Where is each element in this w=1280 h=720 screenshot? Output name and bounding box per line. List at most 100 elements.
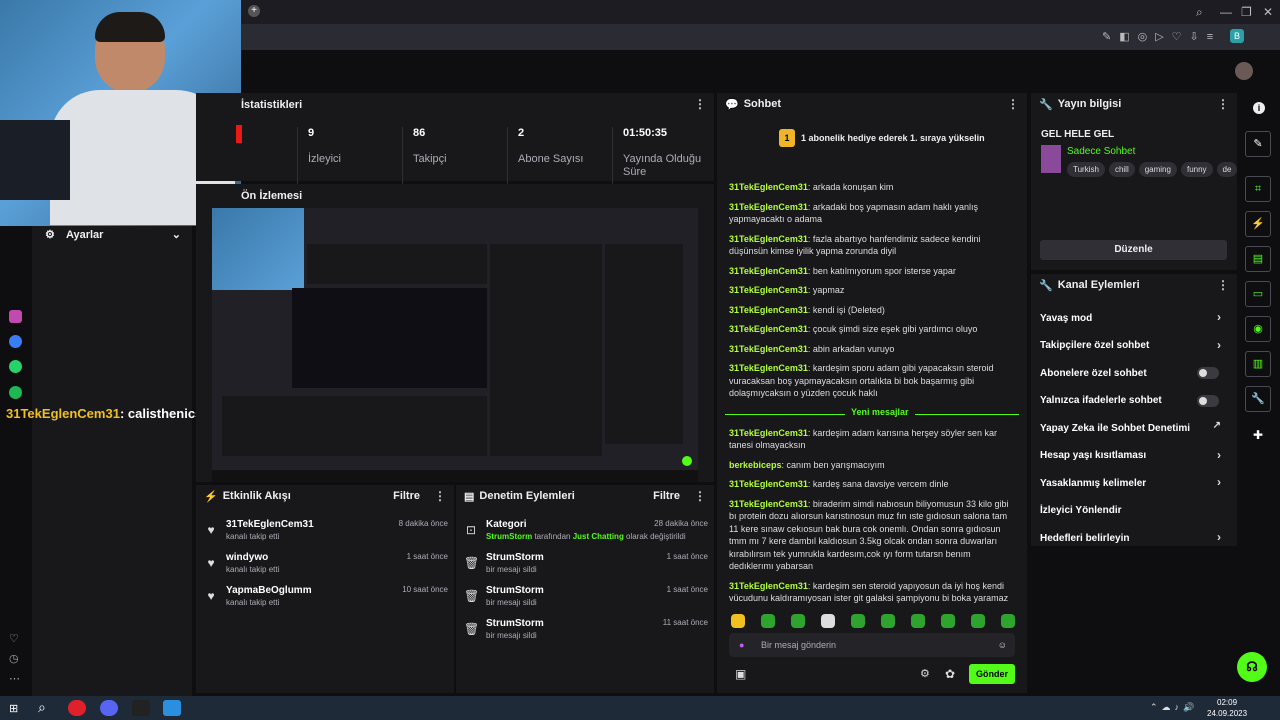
clock-icon[interactable]: ◷ (9, 652, 19, 665)
chat-username[interactable]: 31TekEglenCem31 (729, 581, 808, 591)
discord-icon[interactable] (100, 700, 118, 716)
stats-menu-icon[interactable]: ⋮ (694, 97, 706, 111)
channel-action-row[interactable]: Yasaklanmış kelimeler › (1031, 470, 1227, 496)
search-icon[interactable]: ⌕ (38, 699, 46, 716)
tag[interactable]: Turkish (1067, 162, 1105, 177)
mic-icon[interactable]: ● (739, 633, 744, 657)
edit-button[interactable]: Düzenle (1040, 240, 1227, 260)
app-icon[interactable] (132, 700, 150, 716)
toggle-switch[interactable] (1197, 394, 1219, 407)
emote-1[interactable] (731, 614, 745, 628)
layout-icon[interactable]: ▥ (1245, 351, 1271, 377)
emote-5[interactable] (851, 614, 865, 628)
vscode-icon[interactable] (163, 700, 181, 716)
chat-username[interactable]: 31TekEglenCem31 (729, 266, 808, 276)
feed-user[interactable]: 31TekEglenCem31 (226, 519, 314, 530)
user-avatar[interactable] (1235, 62, 1253, 80)
app-icon-1[interactable] (9, 310, 22, 323)
category-link[interactable]: Sadece Sohbet (1067, 146, 1135, 157)
tray-icons[interactable]: ⌃☁♪🔊 (1150, 702, 1198, 713)
channel-action-row[interactable]: Abonelere özel sohbet (1031, 360, 1227, 386)
chat-username[interactable]: 31TekEglenCem31 (729, 363, 808, 373)
chat-username[interactable]: 31TekEglenCem31 (729, 234, 808, 244)
send-button[interactable]: Gönder (969, 664, 1015, 684)
activity-menu-icon[interactable]: ⋮ (434, 489, 446, 503)
frame-icon[interactable]: ⌗ (1245, 176, 1271, 202)
chat-username[interactable]: 31TekEglenCem31 (729, 428, 808, 438)
messenger-icon[interactable] (9, 335, 22, 348)
opera-icon[interactable] (68, 700, 86, 716)
chat-settings-icon[interactable]: ⚙ (920, 667, 930, 680)
channel-actions-menu-icon[interactable]: ⋮ (1217, 278, 1229, 292)
channel-action-row[interactable]: Hedefleri belirleyin › (1031, 525, 1227, 551)
maximize-icon[interactable]: ❐ (1241, 5, 1252, 19)
tag[interactable]: de (1216, 162, 1237, 177)
mod-user[interactable]: StrumStorm (486, 552, 544, 563)
windows-start-icon[interactable]: ⊞ (9, 702, 18, 715)
bolt-icon[interactable]: ⚡ (1245, 211, 1271, 237)
toggle-switch[interactable] (1197, 367, 1219, 379)
page-icon[interactable]: ▤ (1245, 246, 1271, 272)
moderation-filter-button[interactable]: Filtre (653, 490, 680, 502)
settings-row[interactable]: ⚙ Ayarlar ⌄ (45, 228, 185, 244)
chat-username[interactable]: berkebiceps (729, 460, 782, 470)
chat-username[interactable]: 31TekEglenCem31 (729, 202, 808, 212)
chat-username[interactable]: 31TekEglenCem31 (729, 324, 808, 334)
chat-username[interactable]: 31TekEglenCem31 (729, 285, 808, 295)
emote-4[interactable] (821, 614, 835, 628)
chat-username[interactable]: 31TekEglenCem31 (729, 182, 808, 192)
chat-username[interactable]: 31TekEglenCem31 (729, 499, 808, 509)
gift-icon[interactable]: ▣ (735, 667, 746, 681)
tag[interactable]: gaming (1138, 162, 1177, 177)
emote-8[interactable] (941, 614, 955, 628)
badge-icon[interactable]: ✿ (945, 667, 955, 681)
chat-username[interactable]: 31TekEglenCem31 (729, 344, 808, 354)
emote-10[interactable] (1001, 614, 1015, 628)
emote-2[interactable] (761, 614, 775, 628)
emote-7[interactable] (911, 614, 925, 628)
channel-action-row[interactable]: Hesap yaşı kısıtlaması › (1031, 443, 1227, 469)
external-link-icon: ↗ (1212, 420, 1221, 431)
support-button[interactable]: ☊ (1237, 652, 1267, 682)
heart-icon[interactable]: ♡ (9, 632, 19, 645)
close-icon[interactable]: ✕ (1263, 5, 1273, 19)
activity-filter-button[interactable]: Filtre (393, 490, 420, 502)
browser-toolbar-icons[interactable]: ✎◧◎▷♡⇩≡ (1102, 30, 1221, 43)
channel-action-row[interactable]: Takipçilere özel sohbet › (1031, 333, 1227, 359)
chat-menu-icon[interactable]: ⋮ (1007, 97, 1019, 111)
hype-banner[interactable]: 1 1 abonelik hediye ederek 1. sıraya yüks… (779, 129, 1019, 147)
chat-input[interactable]: ● Bir mesaj gönderin ☺ (729, 633, 1015, 657)
chat-username[interactable]: 31TekEglenCem31 (729, 305, 808, 315)
channel-action-row[interactable]: Yavaş mod › (1031, 305, 1227, 331)
pencil-icon[interactable]: ✎ (1245, 131, 1271, 157)
tag[interactable]: chill (1108, 162, 1135, 177)
emote-6[interactable] (881, 614, 895, 628)
moderation-menu-icon[interactable]: ⋮ (694, 489, 706, 503)
broadcast-icon[interactable]: ◉ (1245, 316, 1271, 342)
feed-user[interactable]: windywo (226, 552, 268, 563)
stream-info-menu-icon[interactable]: ⋮ (1217, 97, 1229, 111)
new-tab-button[interactable]: + (248, 5, 260, 17)
stream-preview-video[interactable] (212, 208, 698, 482)
profile-badge[interactable]: B (1230, 29, 1244, 43)
mod-user[interactable]: StrumStorm (486, 618, 544, 629)
tag[interactable]: funny (1180, 162, 1213, 177)
search-icon[interactable]: ⌕ (1196, 5, 1203, 20)
emoji-icon[interactable]: ☺ (998, 633, 1007, 657)
emote-9[interactable] (971, 614, 985, 628)
chat-username[interactable]: 31TekEglenCem31 (729, 479, 808, 489)
more-icon[interactable]: ⋯ (9, 672, 20, 685)
channel-action-row[interactable]: Yalnızca ifadelerle sohbet (1031, 388, 1227, 414)
mod-user[interactable]: StrumStorm (486, 585, 544, 596)
channel-action-row[interactable]: Yapay Zeka ile Sohbet Denetimi ↗ (1031, 415, 1227, 441)
minimize-icon[interactable]: — (1220, 5, 1232, 19)
info-icon[interactable]: i (1253, 102, 1265, 114)
emote-3[interactable] (791, 614, 805, 628)
feed-user[interactable]: YapmaBeOglumm (226, 585, 312, 596)
channel-action-row[interactable]: İzleyici Yönlendir (1031, 498, 1227, 524)
tool-icon[interactable]: 🔧 (1245, 386, 1271, 412)
add-widget-icon[interactable]: ✚ (1253, 428, 1263, 442)
spotify-icon[interactable] (9, 386, 22, 399)
chat-icon[interactable]: ▭ (1245, 281, 1271, 307)
whatsapp-icon[interactable] (9, 360, 22, 373)
